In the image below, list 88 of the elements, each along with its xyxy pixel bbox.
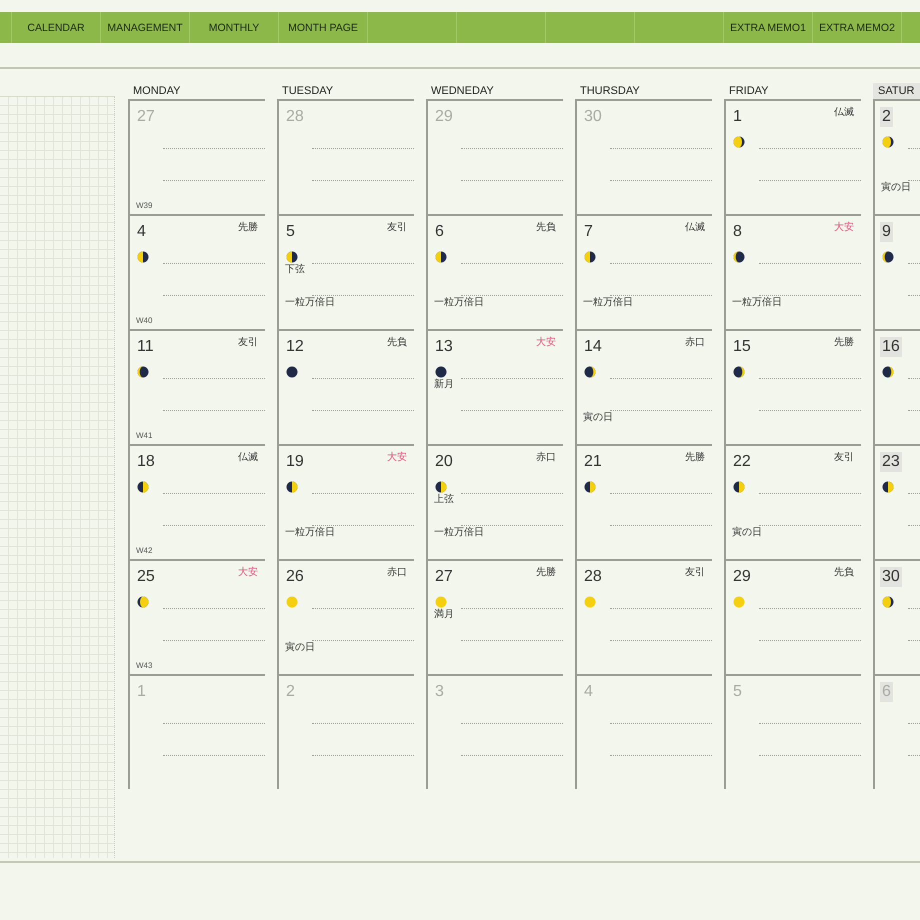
- weekday-header: SATUR: [873, 83, 920, 99]
- week-number: W42: [136, 546, 152, 555]
- weekday-header: WEDNEDAY: [430, 84, 495, 99]
- day-number: 11: [136, 337, 155, 357]
- rokuyo-label: 友引: [685, 566, 705, 579]
- weekday-header: TUESDAY: [281, 84, 334, 99]
- day-number: 16: [880, 337, 902, 357]
- day-note: 一粒万倍日: [434, 296, 484, 310]
- day-number: 14: [583, 337, 603, 357]
- day-number: 25: [136, 567, 156, 587]
- rokuyo-label: 赤口: [685, 336, 705, 349]
- weekday-header: FRIDAY: [728, 84, 770, 99]
- day-note: 一粒万倍日: [583, 296, 633, 310]
- rokuyo-label: 赤口: [387, 566, 407, 579]
- rokuyo-label: 大安: [834, 220, 854, 234]
- day-number: 12: [285, 337, 305, 357]
- day-number: 1: [136, 682, 147, 702]
- day-number: 1: [732, 107, 743, 127]
- nav-tab[interactable]: CALENDAR: [12, 12, 101, 43]
- rokuyo-label: 仏滅: [834, 106, 854, 119]
- nav-tab[interactable]: MONTH PAGE: [279, 12, 368, 43]
- rokuyo-label: 仏滅: [685, 220, 705, 234]
- rokuyo-label: 友引: [387, 221, 407, 234]
- day-note: 一粒万倍日: [285, 296, 335, 310]
- rokuyo-label: 赤口: [536, 450, 556, 464]
- rokuyo-label: 仏滅: [238, 450, 258, 464]
- day-number: 8: [732, 222, 743, 242]
- day-number: 7: [583, 222, 594, 242]
- moon-phase-label: 満月: [434, 609, 454, 621]
- moon-phase-label: 上弦: [434, 494, 454, 506]
- day-number: 29: [434, 107, 454, 127]
- day-number: 30: [583, 107, 603, 127]
- day-number: 23: [880, 452, 902, 472]
- day-number: 19: [285, 452, 305, 472]
- rokuyo-label: 先勝: [536, 566, 556, 579]
- day-number: 15: [732, 337, 752, 357]
- day-number: 27: [136, 107, 156, 127]
- rokuyo-label: 大安: [387, 450, 407, 464]
- moon-phase-label: 新月: [434, 379, 454, 391]
- rokuyo-label: 友引: [238, 336, 258, 349]
- rokuyo-label: 先勝: [238, 220, 258, 234]
- day-number: 26: [285, 567, 305, 587]
- day-number: 6: [880, 682, 893, 702]
- day-note: 一粒万倍日: [732, 296, 782, 310]
- day-number: 20: [434, 452, 454, 472]
- rokuyo-label: 先勝: [834, 336, 854, 349]
- day-number: 3: [434, 682, 445, 702]
- day-note: 寅の日: [583, 411, 613, 425]
- day-note: 寅の日: [881, 181, 911, 195]
- day-number: 13: [434, 337, 454, 357]
- day-note: 寅の日: [732, 526, 762, 540]
- day-number: 5: [732, 682, 743, 702]
- day-number: 29: [732, 567, 752, 587]
- rokuyo-label: 先負: [834, 566, 854, 579]
- day-number: 28: [285, 107, 305, 127]
- day-number: 2: [285, 682, 296, 702]
- nav-tab[interactable]: EXTRA MEMO2: [813, 12, 902, 43]
- moon-phase-label: 下弦: [285, 264, 305, 276]
- week-number: W41: [136, 431, 152, 440]
- day-note: 一粒万倍日: [285, 526, 335, 540]
- weekday-header: MONDAY: [132, 84, 182, 99]
- day-number: 27: [434, 567, 454, 587]
- rokuyo-label: 友引: [834, 451, 854, 464]
- nav-tab[interactable]: MONTHLY: [190, 12, 279, 43]
- nav-tab[interactable]: MANAGEMENT: [101, 12, 190, 43]
- rokuyo-label: 大安: [536, 336, 556, 349]
- weekday-header: THURSDAY: [579, 84, 641, 99]
- day-number: 21: [583, 452, 603, 472]
- rokuyo-label: 先負: [387, 336, 407, 349]
- day-number: 18: [136, 452, 156, 472]
- week-number: W39: [136, 201, 152, 210]
- rokuyo-label: 先勝: [685, 450, 705, 464]
- week-number: W43: [136, 661, 152, 670]
- rokuyo-label: 先負: [536, 220, 556, 234]
- day-number: 28: [583, 567, 603, 587]
- day-number: 5: [285, 222, 296, 242]
- day-number: 6: [434, 222, 445, 242]
- day-note: 寅の日: [285, 641, 315, 655]
- day-number: 22: [732, 452, 752, 472]
- day-number: 2: [880, 107, 893, 127]
- week-number: W40: [136, 316, 152, 325]
- day-number: 30: [880, 567, 902, 587]
- nav-tab[interactable]: EXTRA MEMO1: [724, 12, 813, 43]
- rokuyo-label: 大安: [238, 566, 258, 579]
- day-number: 4: [583, 682, 594, 702]
- day-number: 9: [880, 222, 893, 242]
- day-note: 一粒万倍日: [434, 526, 484, 540]
- day-number: 4: [136, 222, 147, 242]
